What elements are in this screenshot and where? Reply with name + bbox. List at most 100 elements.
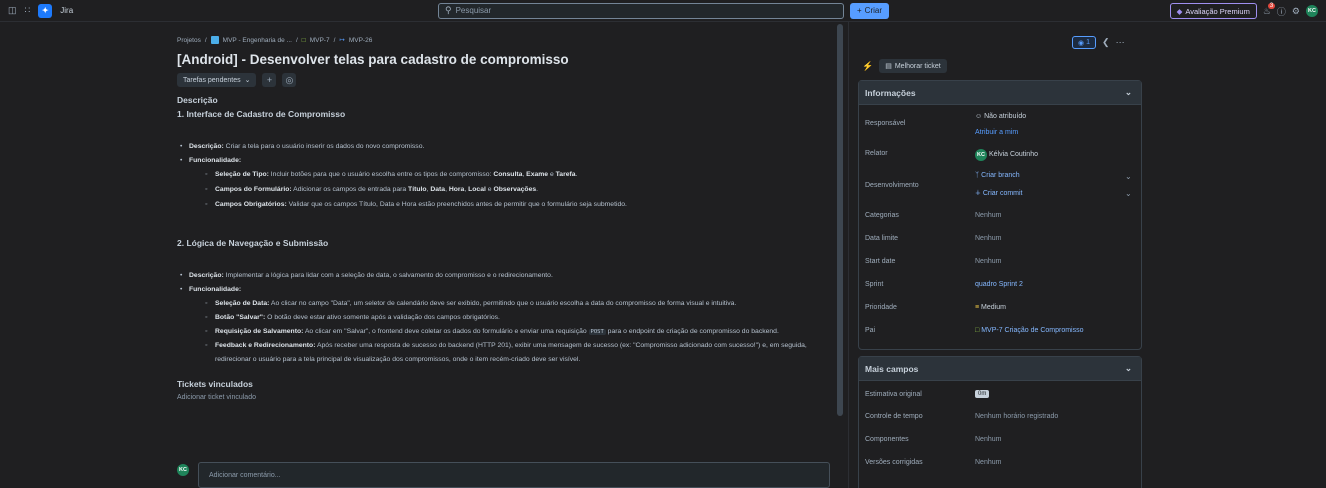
improve-ticket-button[interactable]: ▤ Melhorar ticket [879,59,947,73]
create-commit-link[interactable]: ∔ Criar commit [975,189,1023,197]
info-panel: Informações ⌄ Responsável ☺ Não atribuíd… [858,80,1142,350]
create-button[interactable]: + Criar [850,2,890,19]
list-item: Seleção de Data: Ao clicar no campo "Dat… [189,297,827,311]
code-inline: POST [588,329,606,335]
premium-trial-button[interactable]: ◆ Avaliação Premium [1169,3,1257,19]
fix-versions-value[interactable]: Nenhum [975,459,1001,466]
notifications-button[interactable]: ♨ 3 [1263,2,1276,17]
branch-icon: ᛉ [975,172,980,179]
estimate-label: Estimativa original [865,391,922,398]
breadcrumb-project[interactable]: MVP - Engenharia de ... [223,37,292,44]
section2-sublist: Seleção de Data: Ao clicar no campo "Dat… [189,297,827,367]
comment-input[interactable]: Adicionar comentário... [198,462,830,488]
linked-tickets-heading: Tickets vinculados [177,379,253,389]
breadcrumb-epic[interactable]: MVP-7 [310,37,330,44]
brand-name[interactable]: Jira [60,6,73,15]
user-placeholder-icon: ☺ [975,113,983,120]
add-button[interactable]: + [262,73,277,87]
issue-title[interactable]: [Android] - Desenvolver telas para cadas… [177,52,827,67]
lightning-icon[interactable]: ⚡ [862,61,873,72]
list-item: Descrição: Criar a tela para o usuário i… [177,140,827,154]
add-linked-ticket-link[interactable]: Adicionar ticket vinculado [177,394,827,401]
watch-count: 1 [1086,39,1091,46]
due-date-label: Data limite [865,235,899,242]
time-tracking-label: Controle de tempo [865,413,923,420]
more-actions-icon[interactable]: ⋯ [1116,37,1125,48]
description-label: Descrição [177,95,218,105]
breadcrumb-projects[interactable]: Projetos [177,37,201,44]
list-item: Descrição: Implementar a lógica para lid… [177,269,827,283]
diamond-icon: ◆ [1176,6,1183,16]
priority-label: Prioridade [865,304,897,311]
create-label: Criar [864,6,883,15]
priority-value[interactable]: ≡ Medium [975,304,1006,311]
chevron-down-icon[interactable]: ⌄ [1125,189,1132,198]
jira-logo-icon[interactable]: ✦ [38,3,53,18]
premium-label: Avaliação Premium [1185,6,1250,16]
list-item: Seleção de Tipo: Incluir botões para que… [189,168,827,182]
search-input[interactable]: ⚲ Pesquisar [438,2,844,19]
list-item: Campos do Formulário: Adicionar os campo… [189,183,827,197]
due-date-value[interactable]: Nenhum [975,235,1001,242]
components-value[interactable]: Nenhum [975,436,1001,443]
chevron-down-icon: ⌄ [244,77,251,84]
info-panel-header[interactable]: Informações ⌄ [859,81,1141,105]
development-label: Desenvolvimento [865,182,919,189]
parent-label: Pai [865,327,876,334]
more-fields-header[interactable]: Mais campos ⌄ [859,357,1141,381]
priority-medium-icon: ≡ [975,304,980,311]
assignee-value[interactable]: ☺ Não atribuído [975,113,1026,120]
list-item: Botão "Salvar": O botão deve estar ativo… [189,311,827,325]
status-dropdown[interactable]: Tarefas pendentes ⌄ [177,73,257,87]
main-scrollbar[interactable] [837,24,843,416]
share-icon[interactable]: ❮ [1102,37,1110,48]
section1-list: Descrição: Criar a tela para o usuário i… [177,140,827,212]
comment-avatar: KC [177,464,189,476]
categories-value[interactable]: Nenhum [975,212,1001,219]
list-item: Funcionalidade: Seleção de Data: Ao clic… [177,283,827,367]
issue-actions: Tarefas pendentes ⌄ + ◎ [177,73,827,87]
more-fields-panel: Mais campos ⌄ Estimativa original 0m Con… [858,356,1142,488]
watch-button[interactable]: ◉ 1 [1072,36,1097,49]
reporter-label: Relator [865,150,888,157]
settings-gear-icon[interactable]: ⚙ [1292,6,1300,17]
breadcrumb-issue[interactable]: MVP-26 [349,37,372,44]
notification-count-badge: 3 [1267,2,1276,9]
chevron-down-icon[interactable]: ⌄ [1125,172,1132,181]
list-item: Requisição de Salvamento: Ao clicar em "… [189,325,827,339]
chevron-down-icon: ⌄ [1124,87,1132,97]
comment-row: KC Adicionar comentário... [177,462,830,488]
user-avatar[interactable]: KC [1306,5,1318,17]
estimate-value[interactable]: 0m [975,390,990,398]
subtask-icon: ↦ [339,37,345,44]
chevron-down-icon: ⌄ [1124,363,1132,373]
sidebar-top-actions: ◉ 1 ❮ ⋯ [1072,36,1125,49]
sidebar-toggle-icon[interactable]: ◫ [8,5,17,16]
sprint-value[interactable]: quadro Sprint 2 [975,281,1023,288]
section1-heading: 1. Interface de Cadastro de Compromisso [177,109,346,119]
empty-area [1148,22,1326,488]
commit-icon: ∔ [975,190,981,197]
form-icon: ▤ [885,63,892,70]
reporter-value[interactable]: KC Kélvia Coutinho [975,149,1038,161]
improve-row: ⚡ ▤ Melhorar ticket [862,59,947,73]
start-date-label: Start date [865,258,896,265]
plus-icon: + [857,6,862,15]
search-icon: ⚲ [445,5,452,15]
more-fields-heading: Mais campos [865,363,919,374]
help-icon[interactable]: ⓘ [1277,5,1286,18]
assign-to-me-link[interactable]: Atribuir a mim [975,129,1018,136]
app-switcher-icon[interactable]: ∷ [25,5,31,16]
list-item: Campos Obrigatórios: Validar que os camp… [189,198,827,212]
apps-button[interactable]: ◎ [282,73,297,87]
parent-value[interactable]: □ MVP-7 Criação de Compromisso [975,327,1084,334]
description-body[interactable]: 1. Interface de Cadastro de Compromisso … [177,109,827,367]
assignee-label: Responsável [865,120,906,127]
reporter-avatar: KC [975,149,987,161]
categories-label: Categorias [865,212,899,219]
time-tracking-value[interactable]: Nenhum horário registrado [975,413,1058,420]
breadcrumb-separator: / [333,36,336,44]
create-branch-link[interactable]: ᛉ Criar branch [975,172,1020,179]
list-item: Feedback e Redirecionamento: Após recebe… [189,339,827,367]
start-date-value[interactable]: Nenhum [975,258,1001,265]
